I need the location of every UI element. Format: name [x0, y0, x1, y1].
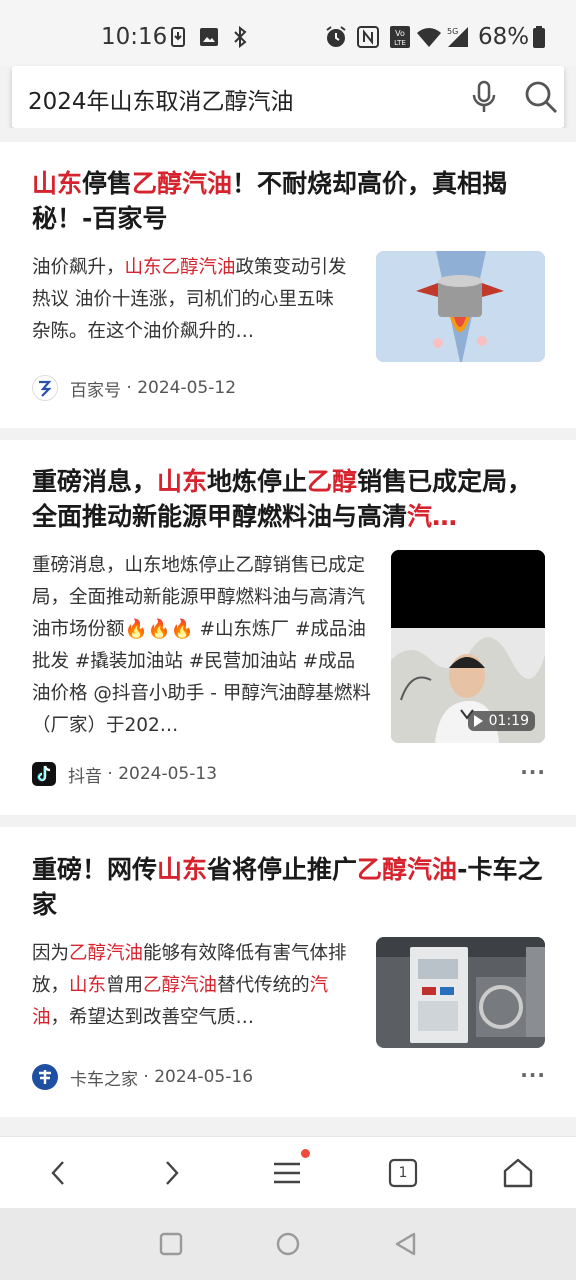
wifi-icon: [416, 25, 442, 49]
snippet-highlight: 山东: [69, 975, 107, 996]
battery-icon: [532, 25, 546, 49]
snippet-text: 曾用: [106, 975, 144, 996]
browser-toolbar: 1: [0, 1136, 576, 1208]
source-name: 卡车之家: [70, 1069, 138, 1090]
bluetooth-icon: [230, 25, 250, 49]
title-highlight: 山东: [157, 855, 208, 884]
snippet-highlight: 乙醇汽油: [143, 975, 218, 996]
separator: ·: [102, 764, 119, 784]
svg-text:LTE: LTE: [394, 39, 406, 47]
result-card[interactable]: 山东停售乙醇汽油！不耐烧却高价，真相揭秘！-百家号 油价飙升，山东乙醇汽油政策变…: [0, 142, 576, 428]
result-source: 抖音 · 2024-05-13: [32, 760, 217, 788]
result-title[interactable]: 重磅消息，山东地炼停止乙醇销售已成定局，全面推动新能源甲醇燃料油与高清汽…: [32, 464, 552, 534]
play-icon: [473, 715, 483, 727]
snippet-highlight: 乙醇汽油: [69, 943, 144, 964]
title-text: 停售: [82, 169, 133, 198]
title-text: 重磅消息，: [32, 467, 158, 496]
title-highlight: 汽…: [407, 502, 458, 531]
more-options-icon[interactable]: ···: [520, 1063, 546, 1087]
gallery-icon: [198, 25, 220, 49]
search-input[interactable]: 2024年山东取消乙醇汽油: [28, 82, 294, 116]
microphone-icon[interactable]: [468, 80, 500, 114]
video-thumbnail[interactable]: 01:19: [391, 550, 545, 743]
result-card[interactable]: 重磅！网传山东省将停止推广乙醇汽油-卡车之家 因为乙醇汽油能够有效降低有害气体排…: [0, 827, 576, 1117]
snippet-text: 油价飙升，: [32, 257, 125, 278]
result-snippet: 油价飙升，山东乙醇汽油政策变动引发热议 油价十连涨，司机们的心里五味杂陈。在这个…: [32, 252, 350, 348]
result-card[interactable]: 重磅消息，山东地炼停止乙醇销售已成定局，全面推动新能源甲醇燃料油与高清汽… 重磅…: [0, 440, 576, 815]
result-snippet: 因为乙醇汽油能够有效降低有害气体排放，山东曾用乙醇汽油替代传统的汽油，希望达到改…: [32, 938, 350, 1034]
volte-icon: Vo LTE: [388, 25, 412, 49]
forward-icon[interactable]: [158, 1155, 186, 1191]
recents-icon[interactable]: [159, 1232, 183, 1260]
title-highlight: 乙醇: [307, 467, 358, 496]
divider: [0, 128, 576, 142]
title-highlight: 乙醇汽油: [132, 169, 233, 198]
svg-text:Vo: Vo: [395, 29, 405, 38]
search-bar[interactable]: 2024年山东取消乙醇汽油: [12, 66, 564, 128]
title-text: 重磅！网传: [32, 855, 158, 884]
snippet-text: ，希望达到改善空气质…: [50, 1007, 255, 1028]
result-thumbnail[interactable]: [376, 251, 545, 362]
result-snippet: 重磅消息，山东地炼停止乙醇销售已成定局，全面推动新能源甲醇燃料油与高清汽油市场份…: [32, 555, 371, 736]
tab-count: 1: [398, 1165, 408, 1181]
video-duration: 01:19: [488, 713, 529, 729]
home-icon[interactable]: [502, 1155, 534, 1191]
back-icon[interactable]: [44, 1155, 72, 1191]
alarm-icon: [324, 25, 348, 49]
more-options-icon[interactable]: ···: [520, 760, 546, 784]
snippet-text: 因为: [32, 943, 70, 964]
nfc-icon: [356, 25, 380, 49]
title-highlight: 山东: [32, 169, 83, 198]
result-source: 卡车之家 · 2024-05-16: [32, 1063, 253, 1091]
video-duration-badge: 01:19: [467, 711, 535, 731]
tabs-button[interactable]: 1: [388, 1155, 418, 1191]
download-notification-icon: [170, 25, 186, 49]
svg-text:5G: 5G: [447, 27, 458, 36]
search-icon[interactable]: [524, 80, 558, 114]
source-date: 2024-05-16: [154, 1067, 254, 1087]
source-date: 2024-05-13: [118, 764, 218, 784]
system-navigation-bar: [0, 1208, 576, 1280]
source-date: 2024-05-12: [137, 378, 237, 398]
title-text: 省将停止推广: [207, 855, 358, 884]
result-thumbnail[interactable]: [376, 937, 545, 1048]
menu-icon[interactable]: [272, 1149, 310, 1191]
title-highlight: 山东: [157, 467, 208, 496]
title-highlight: 乙醇汽油: [357, 855, 458, 884]
notification-dot: [301, 1149, 310, 1158]
system-back-icon[interactable]: [394, 1232, 416, 1260]
separator: ·: [138, 1067, 155, 1087]
title-text: 地炼停止: [207, 467, 308, 496]
system-home-icon[interactable]: [276, 1232, 300, 1260]
kache-logo-icon: [32, 1064, 58, 1090]
source-name: 百家号: [70, 380, 121, 401]
douyin-logo-icon: [32, 762, 56, 786]
source-name: 抖音: [68, 766, 102, 787]
status-bar: 10:16 Vo LTE 5G 68%: [0, 0, 576, 66]
battery-percent: 68%: [478, 24, 530, 50]
snippet-highlight: 山东乙醇汽油: [124, 257, 236, 278]
snippet-text: 替代传统的: [217, 975, 310, 996]
result-title[interactable]: 山东停售乙醇汽油！不耐烧却高价，真相揭秘！-百家号: [32, 166, 552, 236]
result-source: 百家号 · 2024-05-12: [32, 374, 236, 402]
status-time: 10:16: [101, 24, 168, 50]
separator: ·: [121, 378, 138, 398]
signal-5g-icon: 5G: [444, 25, 470, 49]
baijiahao-logo-icon: [32, 375, 58, 401]
result-title[interactable]: 重磅！网传山东省将停止推广乙醇汽油-卡车之家: [32, 852, 552, 922]
